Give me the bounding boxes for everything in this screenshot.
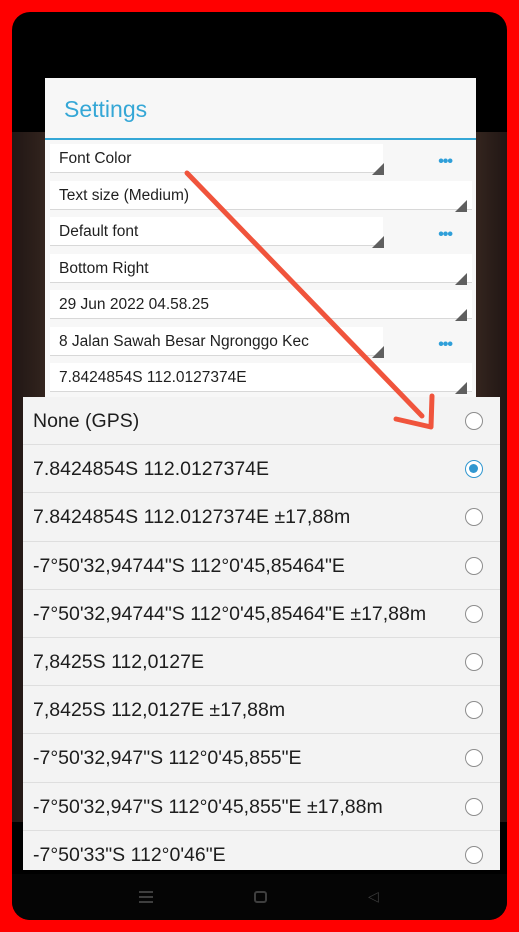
coordinate-format-list: None (GPS) 7.8424854S 112.0127374E 7.842… <box>23 397 500 870</box>
settings-dialog: Settings Font Color ••• Text size (Mediu… <box>45 78 476 423</box>
option-label: None (GPS) <box>33 410 140 432</box>
setting-position[interactable]: Bottom Right <box>45 250 476 287</box>
home-icon[interactable] <box>254 891 267 903</box>
radio-button-selected[interactable] <box>465 460 483 479</box>
radio-button[interactable] <box>465 508 483 527</box>
option-label: -7°50'32,947"S 112°0'45,855"E <box>33 747 302 770</box>
list-item[interactable]: 7,8425S 112,0127E ±17,88m <box>23 686 500 735</box>
option-label: 7.8424854S 112.0127374E ±17,88m <box>33 506 351 529</box>
setting-label: Text size (Medium) <box>59 186 190 204</box>
setting-text-size[interactable]: Text size (Medium) <box>45 177 476 214</box>
dropdown-indicator-icon <box>455 272 467 285</box>
radio-button[interactable] <box>465 604 483 623</box>
phone-screen: Settings Font Color ••• Text size (Mediu… <box>12 12 507 920</box>
more-options-icon[interactable]: ••• <box>438 153 453 171</box>
option-label: 7,8425S 112,0127E <box>33 650 204 673</box>
option-label: -7°50'32,94744"S 112°0'45,85464"E <box>33 554 345 577</box>
setting-label: Default font <box>59 223 139 240</box>
option-label: -7°50'32,94744"S 112°0'45,85464"E ±17,88… <box>33 602 427 625</box>
radio-button[interactable] <box>465 797 483 816</box>
radio-button[interactable] <box>465 845 483 864</box>
setting-label: Font Color <box>59 150 132 167</box>
settings-title: Settings <box>45 78 476 140</box>
setting-datetime[interactable]: 29 Jun 2022 04.58.25 <box>45 286 476 323</box>
option-label: -7°50'33"S 112°0'46"E <box>33 843 226 866</box>
list-item[interactable]: -7°50'33"S 112°0'46"E <box>23 831 500 870</box>
dropdown-indicator-icon <box>372 345 384 358</box>
menu-icon[interactable] <box>139 891 153 903</box>
setting-font-color[interactable]: Font Color ••• <box>45 140 476 177</box>
dropdown-indicator-icon <box>372 236 384 248</box>
setting-address[interactable]: 8 Jalan Sawah Besar Ngronggo Kec ••• <box>45 323 476 360</box>
setting-default-font[interactable]: Default font ••• <box>45 213 476 250</box>
option-label: 7.8424854S 112.0127374E <box>33 458 270 481</box>
list-item[interactable]: -7°50'32,94744"S 112°0'45,85464"E ±17,88… <box>23 590 500 638</box>
radio-button[interactable] <box>465 652 483 671</box>
list-item[interactable]: 7.8424854S 112.0127374E <box>23 445 500 494</box>
setting-label: 8 Jalan Sawah Besar Ngronggo Kec <box>59 332 309 350</box>
setting-coordinates[interactable]: 7.8424854S 112.0127374E <box>45 359 476 396</box>
navigation-bar: ◁ <box>12 874 507 920</box>
option-label: -7°50'32,947"S 112°0'45,855"E ±17,88m <box>33 795 383 818</box>
setting-label: 29 Jun 2022 04.58.25 <box>59 296 209 313</box>
setting-label: 7.8424854S 112.0127374E <box>59 369 247 386</box>
list-item[interactable]: None (GPS) <box>23 397 500 446</box>
more-options-icon[interactable]: ••• <box>438 226 453 244</box>
list-item[interactable]: 7,8425S 112,0127E <box>23 638 500 687</box>
setting-label: Bottom Right <box>59 259 149 277</box>
radio-button[interactable] <box>465 556 483 575</box>
radio-button[interactable] <box>465 701 483 720</box>
dropdown-indicator-icon <box>455 382 467 394</box>
list-item[interactable]: 7.8424854S 112.0127374E ±17,88m <box>23 493 500 542</box>
dropdown-indicator-icon <box>455 309 467 321</box>
list-item[interactable]: -7°50'32,947"S 112°0'45,855"E <box>23 734 500 783</box>
list-item[interactable]: -7°50'32,94744"S 112°0'45,85464"E <box>23 542 500 590</box>
option-label: 7,8425S 112,0127E ±17,88m <box>33 699 286 722</box>
dropdown-indicator-icon <box>372 163 384 175</box>
radio-button[interactable] <box>465 749 483 768</box>
more-options-icon[interactable]: ••• <box>438 336 453 354</box>
radio-button[interactable] <box>465 412 483 430</box>
back-icon[interactable]: ◁ <box>368 888 379 905</box>
dropdown-indicator-icon <box>455 199 467 212</box>
list-item[interactable]: -7°50'32,947"S 112°0'45,855"E ±17,88m <box>23 783 500 831</box>
